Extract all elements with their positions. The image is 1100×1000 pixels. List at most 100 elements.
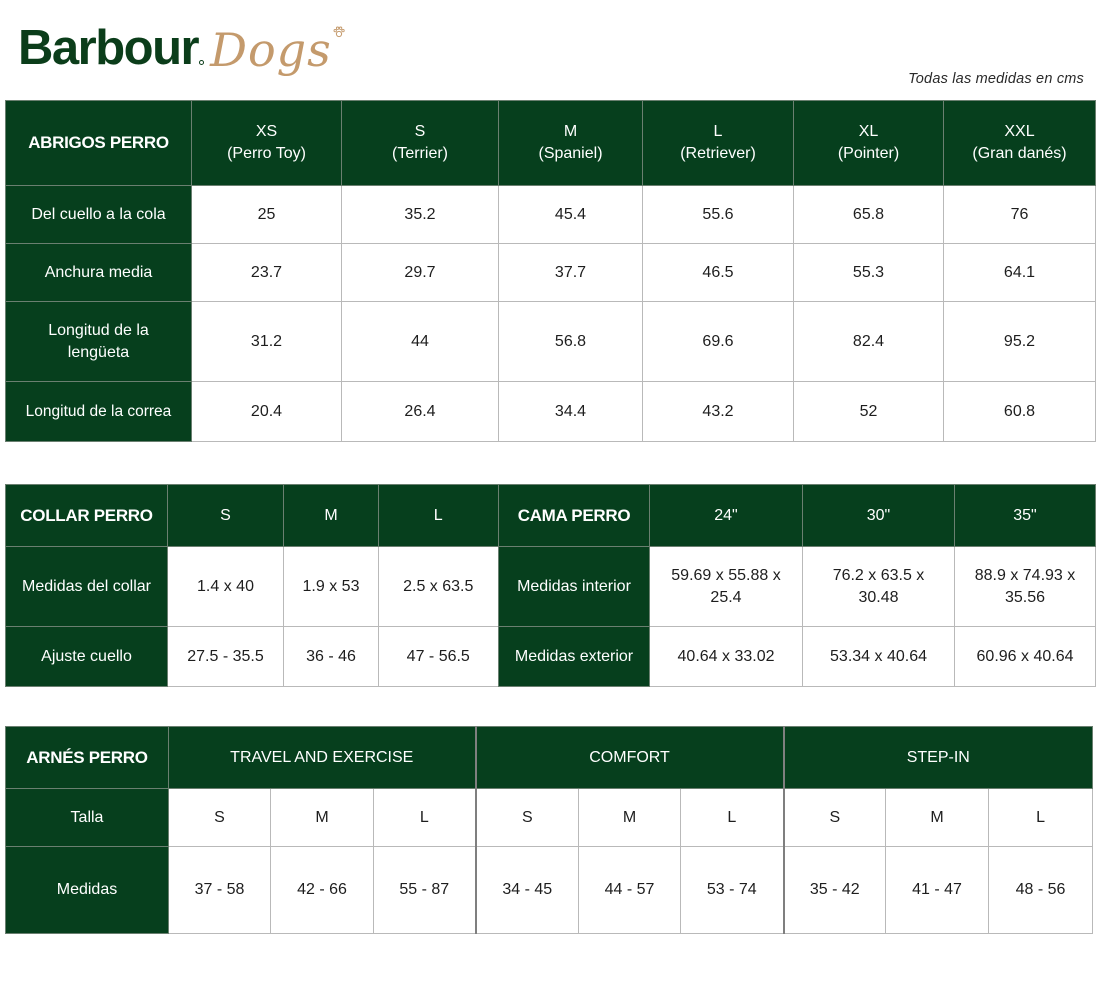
table-cell: 1.4 x 40 [167, 546, 284, 627]
table-cell: 59.69 x 55.88 x 25.4 [649, 546, 803, 627]
coats-size-header: XL (Pointer) [793, 100, 944, 186]
harness-title: ARNÉS PERRO [5, 726, 169, 789]
brand-sub: Dogs [210, 23, 332, 77]
coats-size-header: XS (Perro Toy) [191, 100, 342, 186]
bed-size-header: 30" [802, 484, 955, 547]
table-cell: 26.4 [341, 381, 499, 442]
size-code: XL [858, 123, 879, 140]
bed-size-header: 35" [954, 484, 1096, 547]
table-cell: 53 - 74 [680, 846, 785, 934]
table-cell: 45.4 [498, 185, 643, 244]
collar-size-table: COLLAR PERRO S M L Medidas del collar 1.… [5, 484, 500, 687]
table-cell: 44 [341, 301, 499, 382]
table-cell: M [885, 788, 990, 847]
paw-icon [333, 26, 345, 38]
bed-size-table: CAMA PERRO 24" 30" 35" Medidas interior … [498, 484, 1096, 687]
table-cell: 82.4 [793, 301, 944, 382]
size-code: L [713, 123, 723, 140]
brand-logo: Barbour Dogs [18, 18, 345, 88]
coats-size-table: ABRIGOS PERRO XS (Perro Toy) S (Terrier) M… [5, 100, 1096, 442]
row-label: Medidas exterior [498, 626, 650, 687]
table-row: Longitud de la correa 20.4 26.4 34.4 43.… [5, 381, 1096, 442]
harness-group-header: STEP-IN [783, 726, 1094, 789]
table-cell: L [372, 788, 477, 847]
table-row: Del cuello a la cola 25 35.2 45.4 55.6 6… [5, 185, 1096, 244]
size-breed: (Gran danés) [972, 145, 1067, 162]
table-cell: 34.4 [498, 381, 643, 442]
size-code: M [563, 123, 578, 140]
table-cell: 37.7 [498, 243, 643, 302]
table-cell: S [783, 788, 887, 847]
table-row: Longitud de la lengüeta 31.2 44 56.8 69.… [5, 301, 1096, 382]
table-cell: 34 - 45 [475, 846, 580, 934]
table-cell: 55.6 [642, 185, 794, 244]
bed-title: CAMA PERRO [498, 484, 650, 547]
table-cell: 60.8 [943, 381, 1096, 442]
table-cell: 27.5 - 35.5 [167, 626, 284, 687]
table-cell: 55 - 87 [372, 846, 477, 934]
row-label: Talla [5, 788, 169, 847]
collar-title: COLLAR PERRO [5, 484, 168, 547]
units-note: Todas las medidas en cms [908, 71, 1084, 87]
table-cell: 48 - 56 [988, 846, 1094, 934]
table-cell: 23.7 [191, 243, 342, 302]
brand-name: Barbour [18, 21, 200, 75]
collar-size-header: M [283, 484, 379, 547]
table-cell: 88.9 x 74.93 x 35.56 [954, 546, 1096, 627]
table-cell: 69.6 [642, 301, 794, 382]
size-breed: (Pointer) [837, 145, 900, 162]
table-cell: L [680, 788, 785, 847]
table-cell: 60.96 x 40.64 [954, 626, 1096, 687]
table-row: Ajuste cuello 27.5 - 35.5 36 - 46 47 - 5… [5, 626, 500, 687]
row-label: Medidas [5, 846, 169, 934]
table-row: Medidas 37 - 58 42 - 66 55 - 87 34 - 45 … [5, 846, 1094, 934]
table-cell: 55.3 [793, 243, 944, 302]
table-cell: 56.8 [498, 301, 643, 382]
table-cell: 95.2 [943, 301, 1096, 382]
table-cell: S [168, 788, 271, 847]
table-row: Talla S M L S M L S M L [5, 788, 1094, 847]
table-cell: 46.5 [642, 243, 794, 302]
table-cell: 76 [943, 185, 1096, 244]
size-code: XXL [1004, 123, 1035, 140]
table-cell: 36 - 46 [283, 626, 379, 687]
table-row: Medidas interior 59.69 x 55.88 x 25.4 76… [498, 546, 1096, 627]
table-cell: 52 [793, 381, 944, 442]
table-cell: 25 [191, 185, 342, 244]
table-cell: L [988, 788, 1094, 847]
table-cell: 1.9 x 53 [283, 546, 379, 627]
table-cell: 44 - 57 [578, 846, 682, 934]
size-breed: (Perro Toy) [227, 145, 306, 162]
table-cell: 31.2 [191, 301, 342, 382]
row-label: Medidas del collar [5, 546, 168, 627]
table-cell: 65.8 [793, 185, 944, 244]
registered-mark-icon [199, 60, 205, 65]
harness-group-header: COMFORT [475, 726, 785, 789]
table-row: Medidas exterior 40.64 x 33.02 53.34 x 4… [498, 626, 1096, 687]
row-label: Anchura media [5, 243, 192, 302]
table-cell: M [270, 788, 374, 847]
table-cell: 64.1 [943, 243, 1096, 302]
size-breed: (Retriever) [680, 145, 756, 162]
coats-size-header: L (Retriever) [642, 100, 794, 186]
table-cell: 40.64 x 33.02 [649, 626, 803, 687]
table-cell: 35 - 42 [783, 846, 887, 934]
row-label: Ajuste cuello [5, 626, 168, 687]
table-row: Anchura media 23.7 29.7 37.7 46.5 55.3 6… [5, 243, 1096, 302]
size-breed: (Spaniel) [538, 145, 603, 162]
collar-size-header: L [378, 484, 500, 547]
table-cell: 2.5 x 63.5 [378, 546, 500, 627]
table-cell: 29.7 [341, 243, 499, 302]
row-label: Medidas interior [498, 546, 650, 627]
coats-size-header: M (Spaniel) [498, 100, 643, 186]
coats-title: ABRIGOS PERRO [5, 100, 192, 186]
size-code: XS [255, 123, 278, 140]
coats-size-header: S (Terrier) [341, 100, 499, 186]
row-label: Longitud de la correa [5, 381, 192, 442]
coats-size-header: XXL (Gran danés) [943, 100, 1096, 186]
table-cell: 35.2 [341, 185, 499, 244]
harness-size-table: ARNÉS PERRO TRAVEL AND EXERCISE COMFORT … [5, 726, 1094, 934]
table-cell: 42 - 66 [270, 846, 374, 934]
row-label: Longitud de la lengüeta [5, 301, 192, 382]
collar-size-header: S [167, 484, 284, 547]
